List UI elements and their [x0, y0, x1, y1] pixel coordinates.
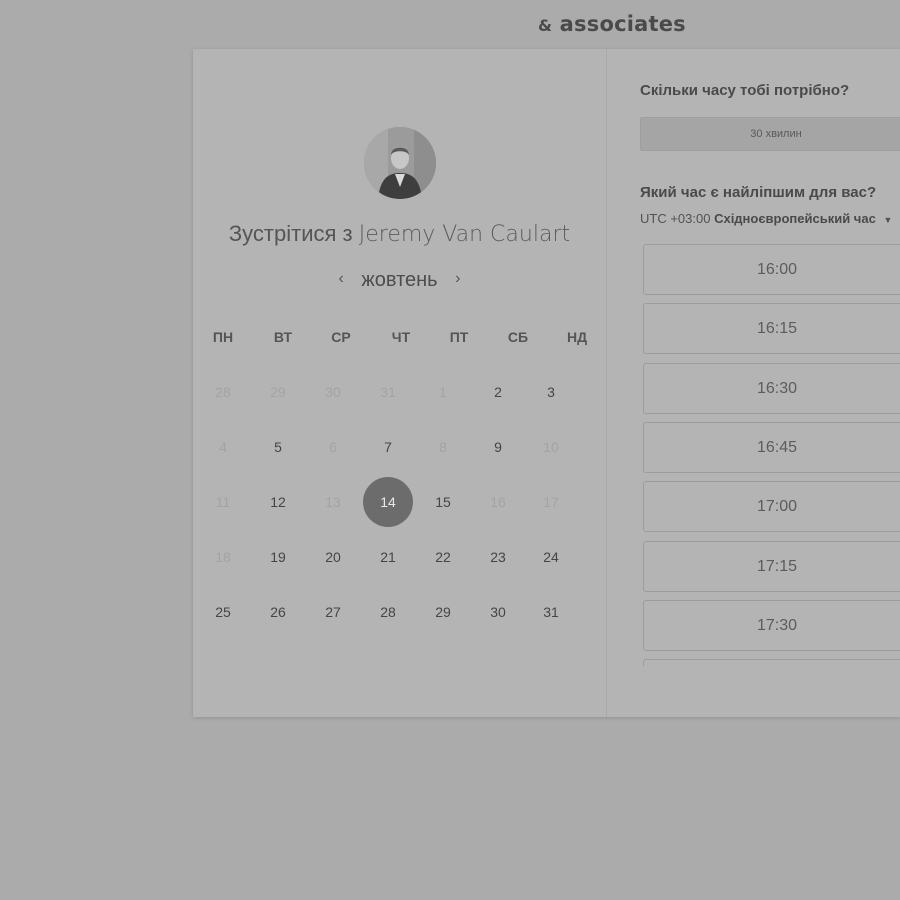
timezone-offset: UTC +03:00 — [640, 211, 711, 226]
calendar-day: 11 — [215, 494, 231, 510]
time-slot-button[interactable] — [643, 659, 900, 666]
time-question: Який час є найліпшим для вас? — [640, 184, 877, 201]
brand-ampersand: & — [538, 16, 553, 35]
calendar-day[interactable]: 31 — [526, 587, 576, 637]
calendar-day: 10 — [543, 439, 559, 455]
calendar-day[interactable]: 28 — [363, 587, 413, 637]
time-slot-list[interactable]: 16:00 16:15 16:30 16:45 17:00 17:15 17:30 — [643, 244, 900, 666]
calendar-day[interactable]: 27 — [308, 587, 358, 637]
duration-question: Скільки часу тобі потрібно? — [640, 82, 850, 99]
calendar-day[interactable]: 9 — [473, 422, 523, 472]
timezone-selector[interactable]: UTC +03:00 Східноєвропейський час ▼ — [640, 211, 892, 226]
calendar-day[interactable]: 22 — [418, 532, 468, 582]
calendar-day[interactable]: 20 — [308, 532, 358, 582]
calendar-day: 6 — [329, 439, 337, 455]
calendar-day[interactable]: 21 — [363, 532, 413, 582]
time-slot-button[interactable]: 16:45 — [643, 421, 900, 473]
time-slot-button[interactable]: 16:00 — [643, 244, 900, 295]
calendar-day: 13 — [325, 494, 341, 510]
calendar-day[interactable]: 3 — [526, 367, 576, 417]
calendar-day[interactable]: 30 — [473, 587, 523, 637]
calendar-day[interactable]: 26 — [253, 587, 303, 637]
calendar-day: 29 — [270, 384, 286, 400]
calendar-day[interactable]: 2 — [473, 367, 523, 417]
time-slot-button[interactable]: 17:00 — [643, 481, 900, 533]
selected-day[interactable]: 14 — [363, 477, 413, 527]
calendar-day[interactable]: 29 — [418, 587, 468, 637]
calendar-day: 4 — [219, 439, 227, 455]
calendar-day: 8 — [439, 439, 447, 455]
brand-logo: & associates — [538, 12, 686, 36]
calendar-day[interactable]: 23 — [473, 532, 523, 582]
calendar-day: 28 — [215, 384, 231, 400]
calendar-day[interactable]: 24 — [526, 532, 576, 582]
calendar-day: 30 — [325, 384, 341, 400]
calendar-day[interactable]: 5 — [253, 422, 303, 472]
calendar-day: 31 — [380, 384, 396, 400]
time-slot-button[interactable]: 16:15 — [643, 303, 900, 355]
calendar-day[interactable]: 12 — [253, 477, 303, 527]
brand-text: associates — [559, 12, 686, 36]
calendar-day: 17 — [543, 494, 559, 510]
calendar-day: 18 — [215, 549, 231, 565]
duration-option[interactable]: 30 хвилин — [640, 117, 900, 151]
calendar-day[interactable]: 15 — [418, 477, 468, 527]
calendar-grid: 28 29 30 31 1 2 3 4 5 6 7 8 9 10 11 12 13 14 15 16 17 18 19 20 2… — [193, 49, 606, 717]
time-slot-button[interactable]: 17:30 — [643, 599, 900, 651]
calendar-day[interactable]: 25 — [198, 587, 248, 637]
time-slot-button[interactable]: 17:15 — [643, 540, 900, 592]
caret-down-icon: ▼ — [883, 215, 893, 225]
calendar-day: 1 — [439, 384, 447, 400]
calendar-day[interactable]: 7 — [363, 422, 413, 472]
calendar-panel: Зустрітися з Jeremy Van Caulart ‹ жовтен… — [193, 49, 607, 717]
booking-card: Зустрітися з Jeremy Van Caulart ‹ жовтен… — [193, 49, 900, 717]
time-slot-button[interactable]: 16:30 — [643, 362, 900, 414]
time-panel: Скільки часу тобі потрібно? 30 хвилин Як… — [607, 49, 900, 717]
calendar-day: 16 — [490, 494, 506, 510]
calendar-day[interactable]: 19 — [253, 532, 303, 582]
timezone-name: Східноєвропейський час — [714, 211, 876, 226]
